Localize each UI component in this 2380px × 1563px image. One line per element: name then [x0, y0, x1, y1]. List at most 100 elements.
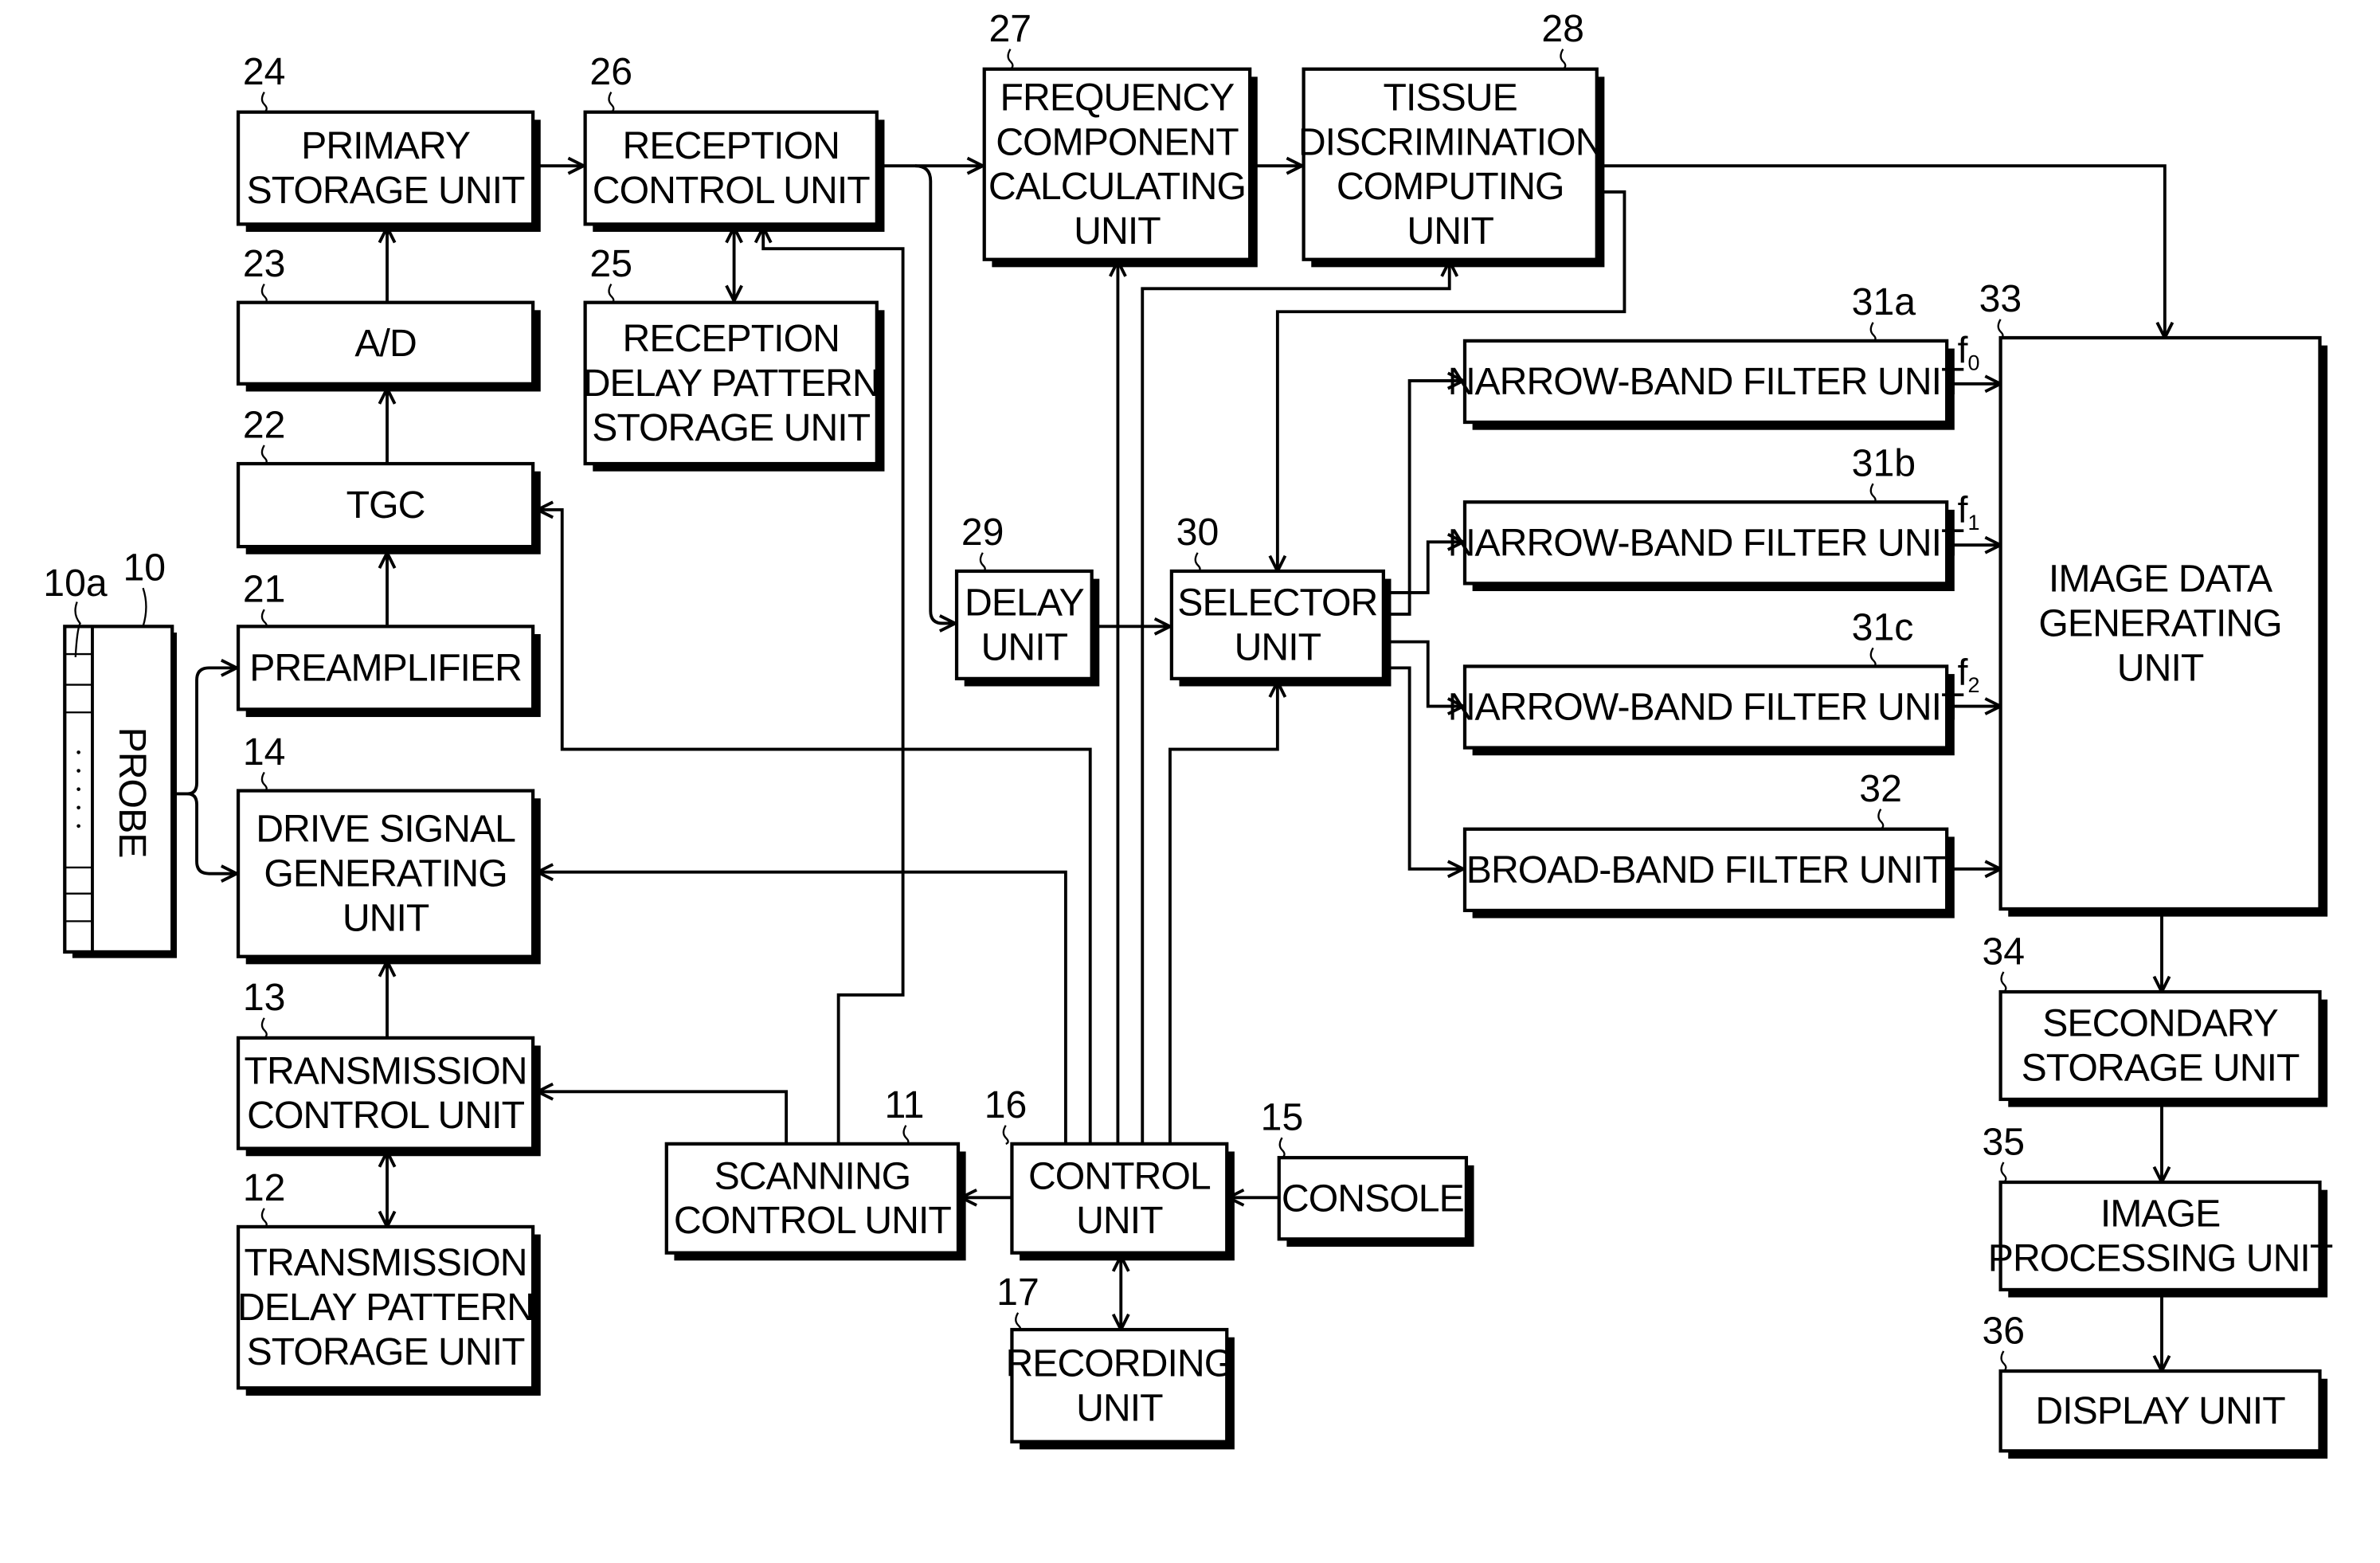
block-label-line: STORAGE UNIT [247, 1330, 525, 1373]
wire-selector-nb-a [1384, 381, 1463, 616]
block-label-line: UNIT [1074, 210, 1161, 253]
ref-10: 10 [123, 546, 166, 590]
block-label-line: STORAGE UNIT [247, 169, 525, 212]
ref-23: 23 [243, 242, 286, 285]
block-label-line: STORAGE UNIT [2022, 1046, 2300, 1089]
ref-36: 36 [1982, 1309, 2025, 1352]
probe-label: PROBE [111, 727, 154, 858]
ref-leader [1877, 809, 1885, 830]
ref-leader [2000, 1161, 2007, 1183]
ref-31c: 31c [1852, 606, 1914, 649]
block-ad[interactable]: A/D [236, 300, 541, 392]
leader-10 [142, 587, 147, 627]
block-label-line: UNIT [2117, 646, 2204, 689]
ref-31a: 31a [1852, 280, 1916, 323]
ref-leader [902, 1125, 910, 1145]
block-broad-band[interactable]: BROAD-BAND FILTER UNIT [1462, 827, 1955, 919]
ref-leader [260, 609, 268, 628]
wire-scanning-txcontrol [538, 1091, 789, 1144]
ref-leader [1560, 49, 1567, 70]
block-label-line: PREAMPLIFIER [249, 646, 522, 689]
ref-leader [2000, 1350, 2007, 1373]
block-label-line: NARROW-BAND FILTER UNIT [1448, 360, 1964, 403]
ref-leader [608, 92, 615, 113]
block-narrow-band-b[interactable]: NARROW-BAND FILTER UNIT [1448, 500, 1965, 592]
block-transmission-delay-pattern[interactable]: TRANSMISSIONDELAY PATTERNSTORAGE UNIT [236, 1224, 541, 1396]
block-label-line: TRANSMISSION [245, 1049, 527, 1092]
ref-15: 15 [1261, 1095, 1304, 1138]
ref-leader [260, 1208, 268, 1228]
ref-22: 22 [243, 403, 286, 446]
block-selector-unit[interactable]: SELECTORUNIT [1169, 569, 1392, 687]
ref-leader [1278, 1137, 1286, 1159]
block-secondary-storage[interactable]: SECONDARYSTORAGE UNIT [1998, 989, 2328, 1107]
block-label-line: UNIT [343, 897, 429, 940]
block-label-line: BROAD-BAND FILTER UNIT [1466, 848, 1946, 891]
block-image-processing[interactable]: IMAGEPROCESSING UNIT [1988, 1180, 2334, 1298]
ref-31b: 31b [1852, 441, 1916, 484]
block-label-line: CONTROL UNIT [247, 1094, 524, 1137]
block-transmission-control[interactable]: TRANSMISSIONCONTROL UNIT [236, 1036, 541, 1157]
block-label-line: RECEPTION [623, 124, 840, 167]
ref-leader [979, 552, 986, 573]
ref-35: 35 [1982, 1120, 2025, 1163]
ref-leader [1869, 483, 1877, 503]
ref-leader [260, 1017, 268, 1039]
block-label-line: GENERATING [2038, 601, 2281, 644]
block-label-line: PRIMARY [301, 124, 471, 167]
block-tissue-discrimination[interactable]: TISSUEDISCRIMINATIONCOMPUTINGUNIT [1298, 67, 1605, 268]
block-label-line: SCANNING [714, 1154, 911, 1197]
block-drive-signal[interactable]: DRIVE SIGNALGENERATINGUNIT [236, 789, 541, 965]
block-tgc[interactable]: TGC [236, 461, 541, 554]
wire-probe-fork [172, 668, 237, 796]
ref-28: 28 [1541, 7, 1584, 50]
block-label-line: CONTROL UNIT [593, 169, 870, 212]
block-label-line: RECORDING [1005, 1342, 1233, 1385]
block-label-line: PROCESSING UNIT [1988, 1236, 2333, 1279]
ref-16: 16 [984, 1083, 1028, 1126]
ref-leader [260, 771, 268, 792]
block-label-line: NARROW-BAND FILTER UNIT [1448, 686, 1964, 729]
block-console[interactable]: CONSOLE [1277, 1156, 1474, 1247]
block-label-line: UNIT [981, 625, 1068, 668]
block-label-line: DRIVE SIGNAL [256, 808, 515, 851]
block-preamplifier[interactable]: PREAMPLIFIER [236, 625, 541, 718]
block-label-line: GENERATING [264, 852, 507, 895]
block-narrow-band-a[interactable]: NARROW-BAND FILTER UNIT [1448, 339, 1965, 430]
block-reception-delay-pattern[interactable]: RECEPTIONDELAY PATTERNSTORAGE UNIT [583, 300, 885, 472]
block-display-unit[interactable]: DISPLAY UNIT [1998, 1369, 2328, 1459]
ref-leader [260, 92, 268, 113]
ref-34: 34 [1982, 930, 2025, 973]
block-label-line: CONSOLE [1282, 1177, 1464, 1220]
block-label-line: CALCULATING [988, 165, 1246, 208]
wire-reception-delay [914, 164, 955, 623]
block-reception-control[interactable]: RECEPTIONCONTROL UNIT [583, 110, 885, 233]
block-label-line: SECONDARY [2042, 1002, 2278, 1045]
ref-17: 17 [996, 1271, 1039, 1314]
block-label-line: STORAGE UNIT [592, 406, 870, 449]
block-image-data-generating[interactable]: IMAGE DATAGENERATINGUNIT [1998, 335, 2328, 917]
block-label-line: IMAGE DATA [2049, 558, 2273, 601]
block-label-line: DISPLAY UNIT [2035, 1389, 2285, 1432]
block-probe[interactable]: PROBE [63, 625, 177, 958]
block-label-line: UNIT [1407, 210, 1493, 253]
wire-control-selector [1168, 682, 1278, 1144]
freq-label-f0: f0 [1958, 329, 1980, 375]
block-label-line: TGC [346, 484, 425, 527]
block-diagram: PREAMPLIFIER21TGC22A/D23PRIMARYSTORAGE U… [43, 7, 2334, 1459]
ref-leader [260, 445, 268, 465]
ref-26: 26 [589, 50, 632, 93]
block-narrow-band-c[interactable]: NARROW-BAND FILTER UNIT [1448, 664, 1965, 756]
block-delay-unit[interactable]: DELAYUNIT [954, 569, 1100, 687]
block-label-line: NARROW-BAND FILTER UNIT [1448, 521, 1964, 564]
block-scanning-control[interactable]: SCANNINGCONTROL UNIT [664, 1142, 966, 1261]
ref-24: 24 [243, 50, 286, 93]
block-control-unit[interactable]: CONTROLUNIT [1010, 1142, 1235, 1261]
block-label-line: COMPONENT [996, 120, 1239, 163]
block-primary-storage[interactable]: PRIMARYSTORAGE UNIT [236, 110, 541, 233]
ref-14: 14 [243, 731, 286, 774]
ref-21: 21 [243, 568, 286, 611]
block-recording-unit[interactable]: RECORDINGUNIT [1005, 1327, 1235, 1450]
block-frequency-component[interactable]: FREQUENCYCOMPONENTCALCULATINGUNIT [982, 67, 1258, 268]
ref-leader [1869, 322, 1877, 342]
